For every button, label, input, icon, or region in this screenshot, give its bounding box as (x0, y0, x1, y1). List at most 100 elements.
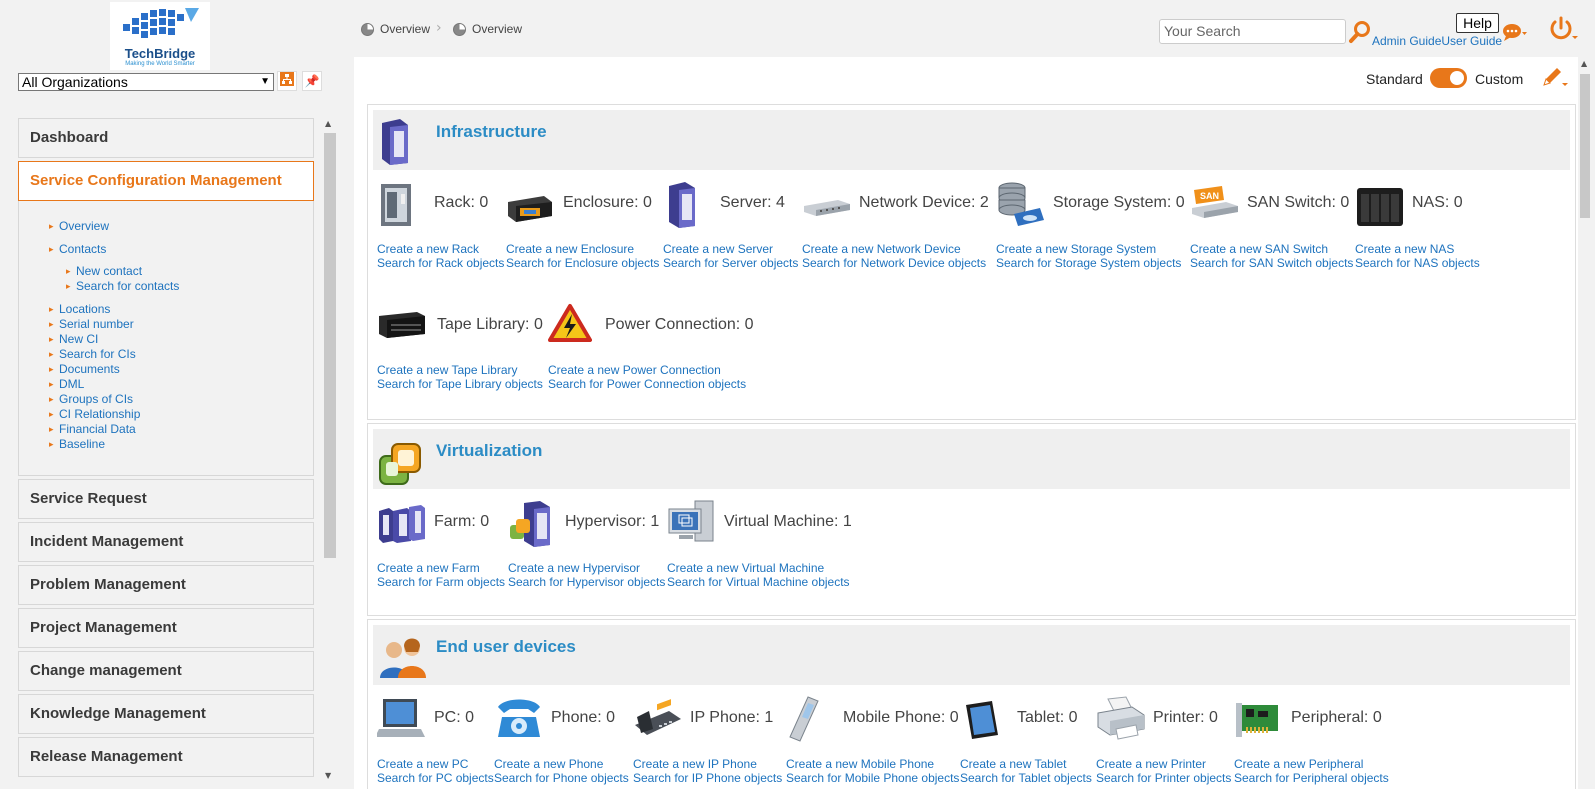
submenu-overview[interactable]: Overview (49, 219, 109, 233)
search-rack-link[interactable]: Search for Rack objects (377, 256, 504, 270)
sidebar-item-knowledge-management[interactable]: Knowledge Management (18, 694, 314, 734)
search-virtual-machine-link[interactable]: Search for Virtual Machine objects (667, 575, 850, 589)
server-count: Server: 4 (720, 194, 785, 211)
san-switch-count: SAN Switch: 0 (1247, 194, 1350, 211)
create-network-device-link[interactable]: Create a new Network Device (802, 242, 961, 256)
rack-icon (377, 180, 417, 231)
main-scroll-thumb[interactable] (1580, 74, 1590, 218)
org-tree-button[interactable] (277, 71, 297, 91)
create-tape-library-link[interactable]: Create a new Tape Library (377, 363, 518, 377)
create-storage-system-link[interactable]: Create a new Storage System (996, 242, 1156, 256)
submenu-search-cis[interactable]: Search for CIs (49, 347, 136, 361)
submenu-ci-relationship[interactable]: CI Relationship (49, 407, 140, 421)
create-tablet-link[interactable]: Create a new Tablet (960, 757, 1067, 771)
create-ip-phone-link[interactable]: Create a new IP Phone (633, 757, 757, 771)
submenu-dml[interactable]: DML (49, 377, 84, 391)
submenu-locations[interactable]: Locations (49, 302, 110, 316)
search-farm-link[interactable]: Search for Farm objects (377, 575, 505, 589)
submenu-serial-number[interactable]: Serial number (49, 317, 134, 331)
enclosure-count: Enclosure: 0 (563, 194, 652, 211)
sidebar-item-service-request[interactable]: Service Request (18, 479, 314, 519)
chat-icon[interactable] (1502, 22, 1528, 45)
ip-phone-icon (633, 695, 683, 746)
breadcrumb-second-label: Overview (472, 22, 523, 36)
toggle-knob (1450, 71, 1464, 85)
storage-system-icon (996, 180, 1046, 233)
sidebar-scrollbar[interactable]: ▲ ▼ (323, 119, 337, 787)
search-icon[interactable] (1348, 20, 1372, 47)
sidebar-menu: Dashboard Service Configuration Manageme… (18, 118, 314, 780)
organization-select[interactable]: All Organizations ▼ (18, 73, 274, 91)
create-printer-link[interactable]: Create a new Printer (1096, 757, 1206, 771)
search-input[interactable]: Your Search (1159, 19, 1346, 44)
create-san-switch-link[interactable]: Create a new SAN Switch (1190, 242, 1328, 256)
users-icon (378, 636, 428, 683)
search-nas-link[interactable]: Search for NAS objects (1355, 256, 1480, 270)
mobile-phone-count: Mobile Phone: 0 (843, 709, 959, 726)
sidebar-item-incident-management[interactable]: Incident Management (18, 522, 314, 562)
create-enclosure-link[interactable]: Create a new Enclosure (506, 242, 634, 256)
sidebar-item-change-management[interactable]: Change management (18, 651, 314, 691)
edit-pencil-icon[interactable] (1540, 66, 1570, 93)
pin-button[interactable]: 📌 (302, 71, 322, 91)
scroll-up-icon[interactable]: ▲ (1581, 59, 1587, 68)
create-power-connection-link[interactable]: Create a new Power Connection (548, 363, 721, 377)
view-mode-toggle[interactable] (1430, 68, 1467, 88)
organization-select-value: All Organizations (22, 74, 128, 90)
submenu-contacts[interactable]: Contacts (49, 242, 106, 256)
search-enclosure-link[interactable]: Search for Enclosure objects (506, 256, 659, 270)
create-phone-link[interactable]: Create a new Phone (494, 757, 603, 771)
create-rack-link[interactable]: Create a new Rack (377, 242, 479, 256)
logo-globe-icon (123, 8, 199, 38)
submenu-documents[interactable]: Documents (49, 362, 120, 376)
server-tower-icon (378, 117, 412, 170)
create-farm-link[interactable]: Create a new Farm (377, 561, 480, 575)
create-server-link[interactable]: Create a new Server (663, 242, 773, 256)
search-peripheral-link[interactable]: Search for Peripheral objects (1234, 771, 1389, 785)
ip-phone-count: IP Phone: 1 (690, 709, 774, 726)
sidebar-item-dashboard[interactable]: Dashboard (18, 118, 314, 158)
create-mobile-phone-link[interactable]: Create a new Mobile Phone (786, 757, 934, 771)
sidebar-item-project-management[interactable]: Project Management (18, 608, 314, 648)
user-guide-link[interactable]: User Guide (1441, 34, 1502, 48)
search-ip-phone-link[interactable]: Search for IP Phone objects (633, 771, 782, 785)
search-server-link[interactable]: Search for Server objects (663, 256, 798, 270)
search-tablet-link[interactable]: Search for Tablet objects (960, 771, 1092, 785)
nas-icon (1355, 180, 1405, 233)
create-pc-link[interactable]: Create a new PC (377, 757, 468, 771)
sidebar-item-service-configuration-management[interactable]: Service Configuration Management (18, 161, 314, 201)
submenu-search-contacts[interactable]: Search for contacts (66, 279, 179, 293)
power-icon[interactable] (1549, 16, 1579, 45)
search-san-switch-link[interactable]: Search for SAN Switch objects (1190, 256, 1353, 270)
search-pc-link[interactable]: Search for PC objects (377, 771, 494, 785)
techbridge-logo[interactable]: TechBridge Making the World Smarter (110, 2, 210, 70)
search-storage-system-link[interactable]: Search for Storage System objects (996, 256, 1181, 270)
search-network-device-link[interactable]: Search for Network Device objects (802, 256, 986, 270)
main-scrollbar[interactable]: ▲ (1579, 59, 1593, 789)
submenu-baseline[interactable]: Baseline (49, 437, 105, 451)
sidebar-item-release-management[interactable]: Release Management (18, 737, 314, 777)
virtualization-section: Virtualization Farm: 0 Create a new Farm… (367, 423, 1576, 616)
sidebar-item-problem-management[interactable]: Problem Management (18, 565, 314, 605)
search-printer-link[interactable]: Search for Printer objects (1096, 771, 1231, 785)
submenu-financial-data[interactable]: Financial Data (49, 422, 136, 436)
create-peripheral-link[interactable]: Create a new Peripheral (1234, 757, 1363, 771)
help-button[interactable]: Help (1456, 13, 1499, 33)
breadcrumb-first[interactable]: Overview (361, 22, 430, 36)
breadcrumb-second[interactable]: Overview (453, 22, 522, 36)
submenu-new-ci[interactable]: New CI (49, 332, 98, 346)
submenu-groups-of-cis[interactable]: Groups of CIs (49, 392, 133, 406)
search-hypervisor-link[interactable]: Search for Hypervisor objects (508, 575, 665, 589)
submenu-new-contact[interactable]: New contact (66, 264, 142, 278)
admin-guide-link[interactable]: Admin Guide (1372, 34, 1441, 48)
scroll-down-icon[interactable]: ▼ (325, 771, 331, 780)
create-nas-link[interactable]: Create a new NAS (1355, 242, 1454, 256)
search-power-connection-link[interactable]: Search for Power Connection objects (548, 377, 746, 391)
create-virtual-machine-link[interactable]: Create a new Virtual Machine (667, 561, 824, 575)
search-tape-library-link[interactable]: Search for Tape Library objects (377, 377, 543, 391)
create-hypervisor-link[interactable]: Create a new Hypervisor (508, 561, 640, 575)
sidebar-scroll-thumb[interactable] (324, 133, 336, 558)
search-mobile-phone-link[interactable]: Search for Mobile Phone objects (786, 771, 959, 785)
search-phone-link[interactable]: Search for Phone objects (494, 771, 629, 785)
scroll-up-icon[interactable]: ▲ (325, 119, 331, 128)
